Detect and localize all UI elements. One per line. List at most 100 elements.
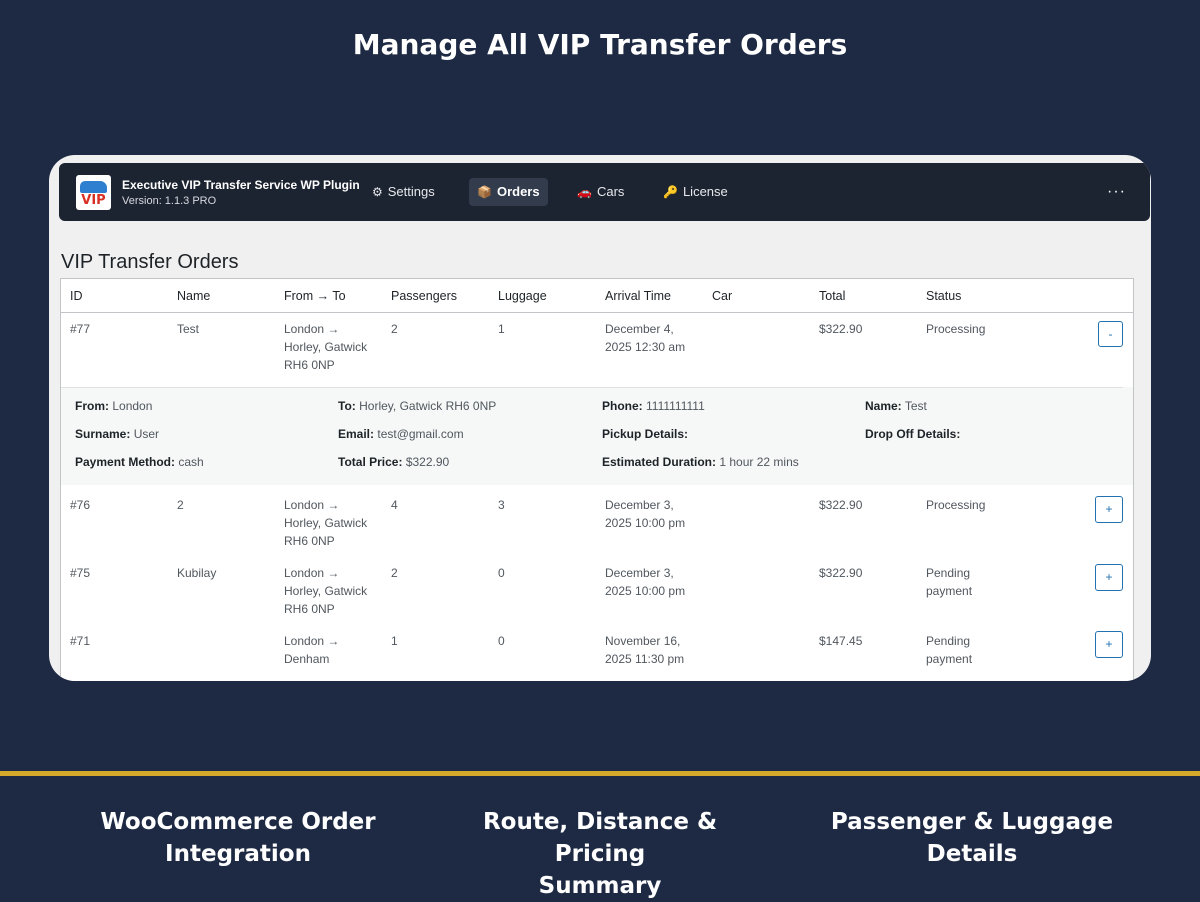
nav-orders[interactable]: 📦 Orders <box>469 178 548 206</box>
nav-label: Cars <box>596 184 625 199</box>
order-luggage: 1 <box>498 322 505 336</box>
nav-label: Orders <box>496 184 540 199</box>
order-route: London → Horley, Gatwick RH6 0NP <box>284 564 367 618</box>
detail-payment: Payment Method: cash <box>75 455 204 469</box>
gold-divider <box>0 771 1200 776</box>
plugin-logo: VIP <box>76 175 111 210</box>
feature-route-pricing: Route, Distance & Pricing Summary <box>440 806 760 902</box>
route-line: London → <box>284 498 340 512</box>
more-menu-icon[interactable]: ··· <box>1107 178 1126 206</box>
arrival-line: 2025 10:00 pm <box>605 584 686 598</box>
status-line: payment <box>926 584 973 598</box>
route-line: Horley, Gatwick <box>284 516 368 530</box>
col-id: ID <box>70 289 83 303</box>
table-header: ID Name From → To Passengers Luggage Arr… <box>61 279 1133 313</box>
feature-line: Summary <box>538 873 662 899</box>
car-icon: 🚗 <box>577 185 592 199</box>
detail-label: Drop Off Details: <box>865 427 961 441</box>
order-details-panel: From: London To: Horley, Gatwick RH6 0NP… <box>61 387 1133 485</box>
order-total: $322.90 <box>819 498 863 512</box>
order-name: Test <box>177 322 200 336</box>
arrival-line: December 4, <box>605 322 674 336</box>
order-total: $147.45 <box>819 634 863 648</box>
route-line: Denham <box>284 652 330 666</box>
arrival-line: November 16, <box>605 634 681 648</box>
status-line: Processing <box>926 322 986 336</box>
order-passengers: 2 <box>391 566 398 580</box>
gear-icon: ⚙ <box>372 185 383 199</box>
route-line: London → <box>284 634 340 648</box>
logo-text: VIP <box>81 193 106 208</box>
nav-cars[interactable]: 🚗 Cars <box>569 178 632 206</box>
detail-label: Total Price: <box>338 455 403 469</box>
arrival-line: 2025 10:00 pm <box>605 516 686 530</box>
headline: Manage All VIP Transfer Orders <box>352 28 848 61</box>
order-arrival: December 3, 2025 10:00 pm <box>605 496 685 532</box>
nav-license[interactable]: 🔑 License <box>655 178 736 206</box>
plugin-name: Executive VIP Transfer Service WP Plugin <box>122 178 360 192</box>
detail-value: London <box>112 399 153 413</box>
package-icon: 📦 <box>477 185 492 199</box>
detail-label: Name: <box>865 399 902 413</box>
order-luggage: 3 <box>498 498 505 512</box>
order-total: $322.90 <box>819 566 863 580</box>
order-id: #71 <box>70 634 91 648</box>
car-logo-icon <box>80 181 107 193</box>
order-status: Pending payment <box>926 632 972 668</box>
detail-value: 1111111111 <box>646 399 705 413</box>
feature-line: Passenger & Luggage <box>830 809 1114 835</box>
route-line: RH6 0NP <box>284 602 335 616</box>
route-line: RH6 0NP <box>284 534 335 548</box>
order-luggage: 0 <box>498 634 505 648</box>
order-name: Kubilay <box>177 566 217 580</box>
detail-label: Payment Method: <box>75 455 176 469</box>
detail-value: cash <box>178 455 204 469</box>
status-line: Pending <box>926 566 971 580</box>
detail-label: Email: <box>338 427 375 441</box>
order-luggage: 0 <box>498 566 505 580</box>
detail-email: Email: test@gmail.com <box>338 427 464 441</box>
detail-value: User <box>133 427 160 441</box>
order-route: London → Horley, Gatwick RH6 0NP <box>284 496 367 550</box>
order-name: 2 <box>177 498 184 512</box>
order-id: #76 <box>70 498 91 512</box>
order-passengers: 1 <box>391 634 398 648</box>
detail-label: Estimated Duration: <box>602 455 717 469</box>
arrival-line: December 3, <box>605 566 674 580</box>
route-line: London → <box>284 322 340 336</box>
order-status: Processing <box>926 496 985 514</box>
collapse-button[interactable]: - <box>1098 321 1123 347</box>
detail-label: To: <box>338 399 356 413</box>
arrival-line: December 3, <box>605 498 674 512</box>
expand-button[interactable]: + <box>1095 496 1123 523</box>
detail-pickup: Pickup Details: <box>602 427 688 441</box>
col-name: Name <box>177 289 211 303</box>
order-arrival: December 4, 2025 12:30 am <box>605 320 685 356</box>
detail-value: Test <box>904 399 927 413</box>
detail-value: $322.90 <box>405 455 450 469</box>
col-total: Total <box>819 289 846 303</box>
nav-settings[interactable]: ⚙ Settings <box>364 178 443 206</box>
detail-value: 1 hour 22 mins <box>719 455 799 469</box>
order-passengers: 2 <box>391 322 398 336</box>
nav-label: License <box>682 184 728 199</box>
order-total: $322.90 <box>819 322 863 336</box>
expand-button[interactable]: + <box>1095 564 1123 591</box>
feature-line: Details <box>926 841 1018 867</box>
col-luggage: Luggage <box>498 289 547 303</box>
key-icon: 🔑 <box>663 185 678 199</box>
order-arrival: November 16, 2025 11:30 pm <box>605 632 684 668</box>
orders-table: ID Name From → To Passengers Luggage Arr… <box>60 278 1134 681</box>
col-arrival: Arrival Time <box>605 289 671 303</box>
col-car: Car <box>712 289 733 303</box>
arrival-line: 2025 11:30 pm <box>605 652 685 666</box>
plugin-topbar: VIP Executive VIP Transfer Service WP Pl… <box>59 163 1150 221</box>
feature-woocommerce: WooCommerce Order Integration <box>78 806 398 870</box>
route-line: Horley, Gatwick <box>284 340 368 354</box>
route-line: Horley, Gatwick <box>284 584 368 598</box>
detail-label: Phone: <box>602 399 643 413</box>
expand-button[interactable]: + <box>1095 631 1123 658</box>
page-title: VIP Transfer Orders <box>61 251 239 273</box>
screenshot-card: VIP Executive VIP Transfer Service WP Pl… <box>49 155 1151 681</box>
detail-total-price: Total Price: $322.90 <box>338 455 449 469</box>
